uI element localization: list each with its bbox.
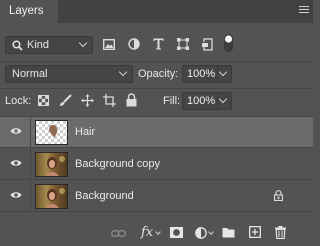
- adjustment-layer-icon[interactable]: [195, 227, 207, 239]
- search-icon: [12, 40, 23, 51]
- layer-row-hair[interactable]: Hair: [0, 117, 313, 148]
- new-layer-icon[interactable]: [249, 226, 261, 238]
- lock-label: Lock:: [5, 95, 32, 107]
- opacity-value: 100%: [187, 68, 216, 80]
- opacity-label: Opacity:: [138, 68, 179, 80]
- layer-row-background-copy[interactable]: Background copy: [0, 149, 313, 180]
- lock-icon[interactable]: [274, 190, 283, 201]
- tab-layers[interactable]: Layers: [0, 0, 58, 23]
- adjustment-filter-icon[interactable]: [128, 38, 140, 50]
- lock-artboard-icon[interactable]: [103, 94, 116, 107]
- blend-mode-dropdown[interactable]: Normal: [5, 65, 133, 83]
- image-filter-icon[interactable]: [103, 39, 115, 50]
- fill-value: 100%: [187, 95, 216, 107]
- mask-icon[interactable]: [170, 227, 183, 238]
- opacity-field[interactable]: 100%: [182, 65, 232, 83]
- layer-thumbnail: [35, 152, 68, 177]
- kind-filter-dropdown[interactable]: Kind: [5, 36, 93, 54]
- layer-name: Background: [75, 190, 134, 202]
- panel-tab-bar: Layers: [0, 0, 313, 23]
- panel-menu-icon[interactable]: [299, 6, 309, 16]
- eye-icon[interactable]: [10, 159, 22, 167]
- layer-thumbnail: [35, 184, 68, 209]
- trash-icon[interactable]: [275, 226, 286, 239]
- fill-field[interactable]: 100%: [182, 92, 232, 110]
- filter-toggle-icon[interactable]: [224, 34, 233, 52]
- blend-mode-value: Normal: [12, 68, 48, 80]
- eye-icon[interactable]: [10, 127, 22, 135]
- chevron-down-icon: [208, 229, 214, 235]
- chevron-down-icon: [118, 67, 128, 77]
- folder-icon[interactable]: [222, 227, 235, 238]
- kind-filter-value: Kind: [27, 39, 50, 51]
- layer-thumbnail: [35, 120, 68, 145]
- layers-bottom-toolbar: fx: [0, 221, 313, 246]
- layers-panel: Layers Kind Normal Opacity: 100% Lock: F…: [0, 0, 313, 246]
- tab-layers-label: Layers: [9, 5, 44, 17]
- shape-filter-icon[interactable]: [177, 38, 189, 50]
- lock-image-icon[interactable]: [59, 94, 72, 107]
- type-filter-icon[interactable]: [153, 38, 164, 50]
- layer-row-background[interactable]: Background: [0, 181, 313, 212]
- fill-label: Fill:: [163, 95, 181, 107]
- chevron-down-icon[interactable]: [218, 67, 228, 77]
- lock-all-icon[interactable]: [126, 93, 137, 107]
- lock-position-icon[interactable]: [81, 94, 94, 107]
- eye-icon[interactable]: [10, 191, 22, 199]
- chevron-down-icon: [155, 229, 161, 235]
- link-icon[interactable]: [111, 230, 126, 237]
- lock-transparent-icon[interactable]: [38, 95, 49, 106]
- chevron-down-icon[interactable]: [218, 94, 228, 104]
- smart-object-filter-icon[interactable]: [201, 38, 213, 51]
- layer-name: Hair: [75, 126, 96, 138]
- fx-button[interactable]: fx: [141, 225, 153, 240]
- layer-name: Background copy: [75, 158, 160, 170]
- chevron-down-icon: [78, 38, 88, 48]
